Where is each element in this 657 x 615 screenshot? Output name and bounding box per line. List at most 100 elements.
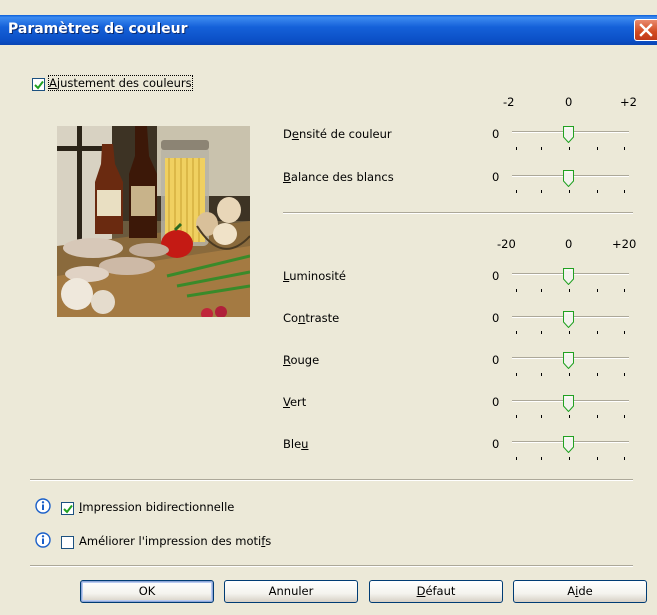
slider-tick — [541, 289, 542, 292]
label-part: A — [567, 584, 576, 598]
slider-label: Balance des blancs — [283, 170, 394, 184]
label-part: uminosité — [289, 269, 346, 283]
slider-tick — [541, 190, 542, 193]
slider-tick — [597, 331, 598, 334]
slider-value: 0 — [492, 395, 500, 409]
slider-thumb[interactable] — [563, 170, 574, 190]
slider-value: 0 — [492, 269, 500, 283]
slider-value: 0 — [492, 127, 500, 141]
improve-pattern-print-checkbox[interactable] — [61, 536, 74, 549]
slider-label: Densité de couleur — [283, 127, 392, 141]
checkmark-icon — [63, 504, 73, 514]
info-icon[interactable] — [35, 532, 51, 548]
slider-thumb[interactable] — [563, 126, 574, 146]
slider-thumb[interactable] — [563, 395, 574, 415]
slider-thumb[interactable] — [563, 268, 574, 288]
slider-tick — [541, 373, 542, 376]
label-part: s — [265, 534, 272, 548]
slider-tick — [516, 373, 517, 376]
color-adjust-checkbox[interactable] — [32, 78, 45, 91]
slider-tick — [624, 331, 625, 334]
label-part: justement des couleurs — [56, 76, 192, 90]
scale-min: -2 — [503, 95, 515, 109]
slider-tick — [569, 373, 570, 376]
slider-value: 0 — [492, 170, 500, 184]
close-icon — [639, 23, 653, 37]
slider-tick — [597, 289, 598, 292]
label-part: Ble — [283, 437, 302, 451]
color-adjust-label[interactable]: Ajustement des couleurs — [48, 75, 193, 91]
info-icon[interactable] — [35, 498, 51, 514]
scale-mid: 0 — [565, 95, 573, 109]
help-button[interactable]: Aide — [513, 580, 647, 603]
label-part: Co — [283, 311, 299, 325]
slider-tick — [569, 147, 570, 150]
slider-tick — [569, 190, 570, 193]
ok-button[interactable]: OK — [80, 580, 214, 603]
bidirectional-print-label[interactable]: Impression bidirectionnelle — [79, 500, 234, 514]
slider-tick — [624, 415, 625, 418]
divider — [30, 565, 633, 567]
window-title: Paramètres de couleur — [8, 21, 188, 37]
slider-tick — [569, 415, 570, 418]
slider-tick — [516, 415, 517, 418]
label-part: nsité de couleur — [298, 127, 392, 141]
slider-tick — [597, 147, 598, 150]
slider-tick — [516, 190, 517, 193]
slider-label: Vert — [283, 395, 306, 409]
slider-tick — [624, 457, 625, 460]
mnemonic: u — [301, 437, 309, 451]
scale-max: +20 — [612, 237, 637, 251]
preview-image — [57, 126, 250, 317]
slider-value: 0 — [492, 311, 500, 325]
slider-tick — [624, 190, 625, 193]
label-part: ouge — [290, 353, 320, 367]
checkmark-icon — [34, 80, 44, 90]
close-button[interactable] — [634, 19, 657, 41]
slider-tick — [541, 331, 542, 334]
slider-tick — [516, 147, 517, 150]
label-part: D — [283, 127, 292, 141]
slider-label: Rouge — [283, 353, 319, 367]
slider-tick — [624, 147, 625, 150]
slider-thumb[interactable] — [563, 311, 574, 331]
divider — [283, 212, 633, 214]
slider-tick — [624, 373, 625, 376]
scale-mid: 0 — [565, 237, 573, 251]
slider-label: Bleu — [283, 437, 308, 451]
scale-max: +2 — [620, 95, 637, 109]
slider-value: 0 — [492, 353, 500, 367]
cancel-button[interactable]: Annuler — [224, 580, 358, 603]
slider-tick — [597, 415, 598, 418]
slider-tick — [624, 289, 625, 292]
slider-tick — [516, 331, 517, 334]
slider-thumb[interactable] — [563, 436, 574, 456]
label-part: Améliorer l'impression des moti — [79, 534, 262, 548]
slider-tick — [516, 289, 517, 292]
slider-label: Contraste — [283, 311, 339, 325]
label-part: traste — [305, 311, 340, 325]
slider-thumb[interactable] — [563, 352, 574, 372]
slider-tick — [541, 457, 542, 460]
mnemonic: A — [49, 76, 57, 90]
label-part: mpression bidirectionnelle — [82, 500, 235, 514]
title-bar[interactable]: Paramètres de couleur — [0, 15, 657, 45]
default-button[interactable]: Défaut — [369, 580, 503, 603]
slider-value: 0 — [492, 437, 500, 451]
slider-tick — [569, 457, 570, 460]
slider-tick — [597, 373, 598, 376]
label-part: de — [578, 584, 593, 598]
scale-min: -20 — [497, 237, 516, 251]
label-part: alance des blancs — [290, 170, 394, 184]
slider-tick — [569, 331, 570, 334]
slider-label: Luminosité — [283, 269, 346, 283]
slider-tick — [541, 147, 542, 150]
color-settings-dialog: Paramètres de couleur Ajustement des cou… — [0, 0, 657, 615]
slider-tick — [597, 457, 598, 460]
label-part: éfaut — [425, 584, 456, 598]
bidirectional-print-checkbox[interactable] — [61, 502, 74, 515]
divider — [30, 479, 633, 481]
improve-pattern-print-label[interactable]: Améliorer l'impression des motifs — [79, 534, 271, 548]
slider-tick — [541, 415, 542, 418]
slider-tick — [597, 190, 598, 193]
